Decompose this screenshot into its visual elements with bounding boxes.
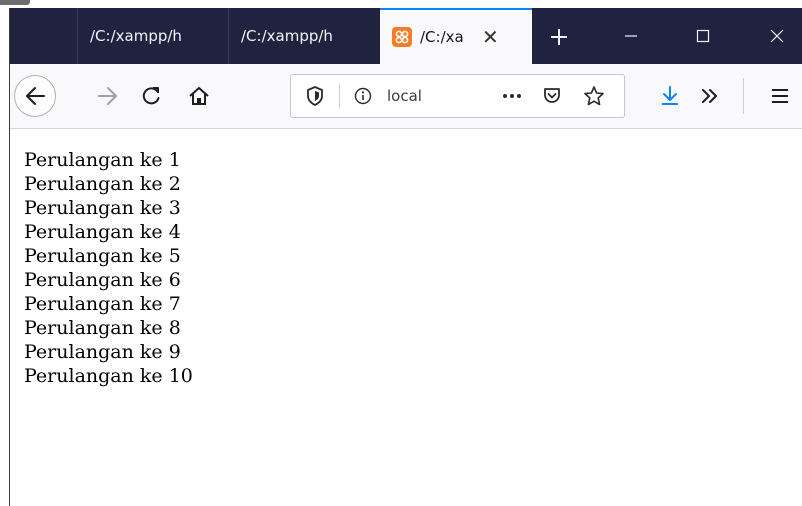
loop-line: Perulangan ke 9	[24, 341, 181, 363]
pocket-icon	[544, 88, 560, 103]
reload-icon	[142, 87, 160, 105]
forward-button[interactable]	[95, 83, 121, 109]
close-window-button[interactable]	[754, 8, 800, 64]
chevron-double-right-icon	[702, 89, 717, 103]
close-icon[interactable]: ✕	[482, 25, 499, 49]
reload-button[interactable]	[138, 83, 164, 109]
tab-1[interactable]: /C:/xampp/h	[77, 8, 227, 64]
site-info-button[interactable]	[351, 84, 375, 108]
maximize-icon	[696, 29, 710, 43]
browser-window: /C:/xampp/h /C:/xampp/h /C:/xa ✕ local P…	[9, 8, 802, 506]
address-bar-divider	[339, 84, 340, 108]
loop-line: Perulangan ke 2	[24, 173, 181, 195]
arrow-right-icon	[98, 87, 117, 105]
minimize-icon	[625, 35, 637, 37]
downloads-button[interactable]	[657, 83, 683, 109]
address-bar[interactable]: local	[290, 74, 625, 118]
hamburger-menu-icon	[772, 89, 788, 103]
back-button[interactable]	[14, 75, 56, 117]
loop-line: Perulangan ke 8	[24, 317, 181, 339]
pocket-button[interactable]	[539, 84, 565, 108]
shield-icon	[307, 86, 323, 106]
tab-title: /C:/xampp/h	[241, 27, 333, 45]
maximize-button[interactable]	[680, 8, 726, 64]
loop-line: Perulangan ke 6	[24, 269, 181, 291]
close-window-icon	[770, 29, 784, 43]
loop-line: Perulangan ke 7	[24, 293, 181, 315]
arrow-left-icon	[26, 87, 45, 105]
tab-title: /C:/xampp/h	[90, 27, 182, 45]
plus-icon	[551, 29, 567, 45]
navigation-toolbar: local	[10, 64, 802, 129]
loop-line: Perulangan ke 3	[24, 197, 181, 219]
desktop-corner	[0, 0, 30, 5]
overflow-menu-button[interactable]	[697, 83, 723, 109]
app-menu-button[interactable]	[767, 83, 793, 109]
tab-3-active[interactable]: /C:/xa ✕	[380, 8, 532, 64]
xampp-favicon-icon	[392, 27, 412, 47]
minimize-button[interactable]	[608, 8, 654, 64]
tracking-protection-button[interactable]	[303, 84, 327, 108]
info-icon	[354, 87, 372, 105]
new-tab-button[interactable]	[544, 22, 574, 52]
home-icon	[189, 87, 209, 105]
ellipsis-icon	[503, 94, 521, 98]
page-content: Perulangan ke 1 Perulangan ke 2 Perulang…	[24, 148, 724, 388]
desktop-strip	[0, 0, 802, 8]
star-icon	[584, 86, 604, 106]
toolbar-divider	[743, 78, 744, 114]
loop-line: Perulangan ke 5	[24, 245, 181, 267]
loop-line: Perulangan ke 4	[24, 221, 181, 243]
home-button[interactable]	[186, 83, 212, 109]
loop-line: Perulangan ke 1	[24, 149, 181, 171]
bookmark-star-button[interactable]	[581, 84, 607, 108]
loop-line: Perulangan ke 10	[24, 365, 193, 387]
url-text[interactable]: local	[387, 87, 427, 107]
title-bar: /C:/xampp/h /C:/xampp/h /C:/xa ✕	[10, 8, 802, 64]
tab-2[interactable]: /C:/xampp/h	[228, 8, 379, 64]
tab-title: /C:/xa	[420, 28, 464, 46]
page-actions-button[interactable]	[499, 84, 525, 108]
download-icon	[662, 86, 678, 105]
